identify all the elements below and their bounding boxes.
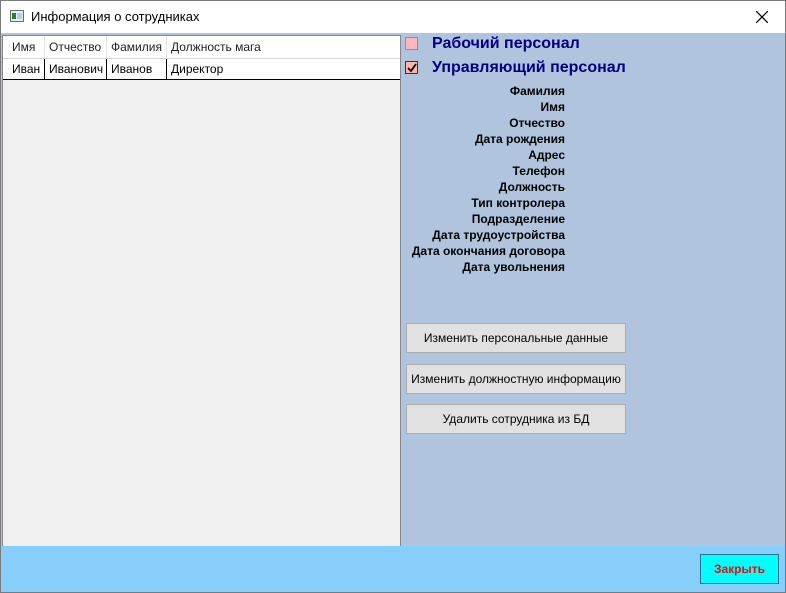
field-label-first-name: Имя: [540, 100, 565, 114]
grid-header: Имя Отчество Фамилия Должность мага: [3, 36, 400, 59]
content-area: Имя Отчество Фамилия Должность мага Иван…: [1, 33, 785, 547]
edit-personal-data-button[interactable]: Изменить персональные данные: [406, 323, 626, 353]
delete-employee-button[interactable]: Удалить сотрудника из БД: [406, 404, 626, 434]
field-label-dismissal-date: Дата увольнения: [462, 260, 565, 274]
checkmark-icon: [407, 63, 417, 73]
cell-first-name: Иван: [8, 59, 45, 79]
column-header-position[interactable]: Должность мага: [167, 36, 400, 58]
window-title: Информация о сотрудниках: [31, 9, 200, 24]
cell-position: Директор: [171, 62, 224, 76]
field-label-birth-date: Дата рождения: [474, 132, 565, 146]
window-close-button[interactable]: [739, 1, 785, 33]
title-bar: Информация о сотрудниках: [1, 1, 785, 33]
app-icon: [10, 10, 24, 22]
close-button[interactable]: Закрыть: [700, 554, 779, 584]
checkbox-checked[interactable]: [405, 61, 418, 74]
working-staff-label: Рабочий персонал: [432, 35, 580, 52]
field-label-address: Адрес: [528, 148, 565, 162]
employees-grid[interactable]: Имя Отчество Фамилия Должность мага Иван…: [2, 35, 401, 547]
table-row[interactable]: Иван Иванович Иванов Директор: [3, 59, 400, 80]
field-label-patronymic: Отчество: [509, 116, 565, 130]
field-label-controller-type: Тип контролера: [471, 196, 565, 210]
field-label-hire-date: Дата трудоустройства: [432, 228, 565, 242]
checkbox-unchecked[interactable]: [405, 37, 418, 50]
main-window: Информация о сотрудниках Имя Отчество Фа…: [0, 0, 786, 593]
close-icon: [756, 11, 768, 23]
column-header-last-name[interactable]: Фамилия: [107, 36, 167, 58]
field-label-contract-end-date: Дата окончания договора: [411, 244, 565, 258]
management-staff-label: Управляющий персонал: [432, 59, 626, 76]
field-label-phone: Телефон: [512, 164, 565, 178]
edit-position-info-button[interactable]: Изменить должностную информацию: [406, 364, 626, 394]
field-label-department: Подразделение: [471, 212, 565, 226]
field-label-last-name: Фамилия: [509, 84, 565, 98]
column-header-first-name[interactable]: Имя: [8, 36, 45, 58]
field-label-position: Должность: [498, 180, 565, 194]
footer-bar: Закрыть: [1, 546, 785, 592]
cell-patronymic: Иванович: [45, 59, 107, 79]
cell-last-name: Иванов: [107, 59, 167, 79]
employee-details: Фамилия Имя Отчество Дата рождения Адрес…: [405, 83, 565, 275]
column-header-patronymic[interactable]: Отчество: [45, 36, 107, 58]
